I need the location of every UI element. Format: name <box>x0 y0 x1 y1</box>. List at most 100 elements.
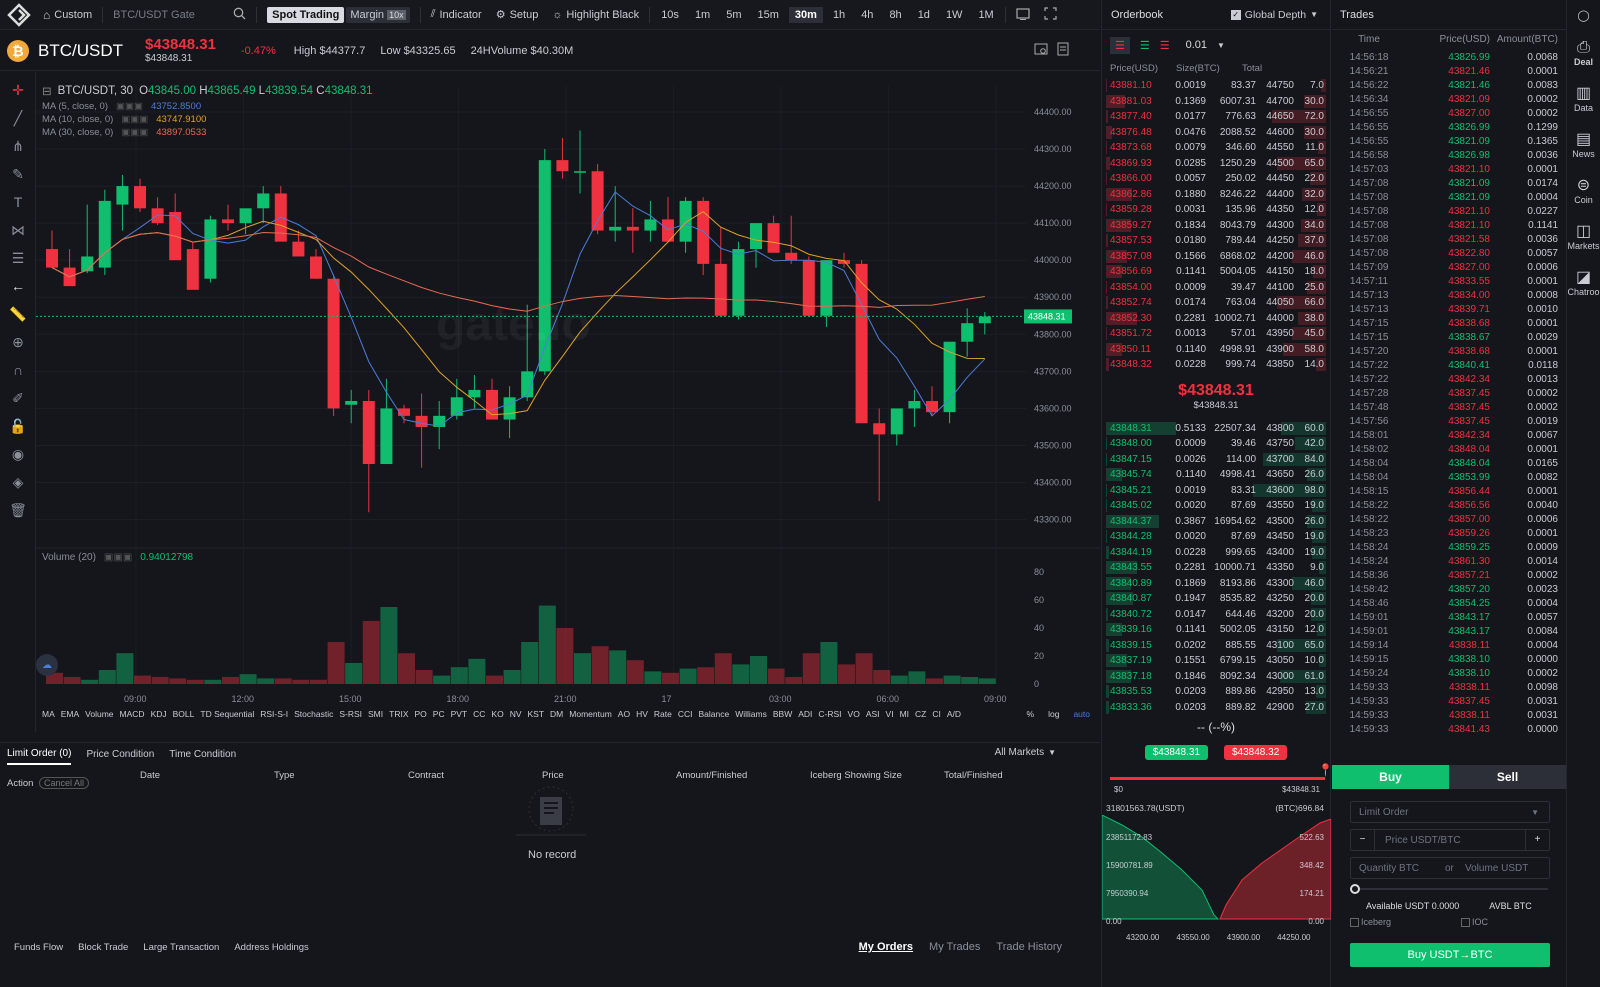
nav-markets[interactable]: ◫ Markets <box>1567 214 1600 260</box>
footer-link[interactable]: Block Trade <box>78 942 128 953</box>
interval-1W[interactable]: 1W <box>940 7 969 23</box>
indicator-option[interactable]: DM <box>550 709 563 719</box>
fib-icon[interactable]: ☰ <box>0 244 36 272</box>
interval-15m[interactable]: 15m <box>752 7 785 23</box>
footer-tab[interactable]: My Orders <box>859 941 913 953</box>
interval-4h[interactable]: 4h <box>855 7 879 23</box>
bid-row[interactable]: 43835.53 0.0203 889.86 42950 13.0 <box>1102 684 1330 700</box>
price-field[interactable]: − Price USDT/BTC + <box>1350 829 1550 851</box>
margin-tab[interactable]: Margin 10x <box>346 6 410 23</box>
depth-slider[interactable]: 📍 $0 $43848.31 <box>1102 763 1333 803</box>
fullscreen-icon[interactable] <box>1037 6 1064 23</box>
indicator-option[interactable]: RSI-S-I <box>260 709 288 719</box>
indicator-option[interactable]: PVT <box>451 709 468 719</box>
ask-row[interactable]: 43881.03 0.1369 6007.31 44700 30.0 <box>1102 94 1330 110</box>
indicator-option[interactable]: ASI <box>866 709 880 719</box>
indicator-button[interactable]: ⫽ Indicator <box>424 8 489 21</box>
collapse-icon[interactable]: ⊟ <box>42 84 52 98</box>
interval-30m[interactable]: 30m <box>788 6 823 23</box>
bid-row[interactable]: 43840.89 0.1869 8193.86 43300 46.0 <box>1102 576 1330 592</box>
indicator-option[interactable]: S-RSI <box>339 709 362 719</box>
indicator-option[interactable]: CZ <box>915 709 926 719</box>
ioc-checkbox[interactable]: IOC <box>1461 917 1488 927</box>
indicator-option[interactable]: Rate <box>654 709 672 719</box>
pair-title[interactable]: BTC/USDT <box>38 41 123 61</box>
indicator-option[interactable]: KO <box>491 709 503 719</box>
zoom-in-icon[interactable]: ⊕ <box>0 328 36 356</box>
nav-news[interactable]: ▤ News <box>1567 122 1600 168</box>
indicator-option[interactable]: CI <box>932 709 941 719</box>
ask-row[interactable]: 43859.27 0.1834 8043.79 44300 34.0 <box>1102 218 1330 234</box>
fork-icon[interactable]: ⋔ <box>0 132 36 160</box>
indicator-option[interactable]: MI <box>900 709 909 719</box>
indicator-option[interactable]: PO <box>415 709 427 719</box>
view-asks-icon[interactable]: ☰ <box>1160 39 1170 52</box>
nav-data[interactable]: ▥ Data <box>1567 76 1600 122</box>
amount-slider[interactable] <box>1350 883 1550 895</box>
volume-input[interactable]: Volume USDT <box>1465 863 1528 874</box>
indicator-option[interactable]: KDJ <box>151 709 167 719</box>
bid-row[interactable]: 43845.21 0.0019 83.31 43600 98.0 <box>1102 483 1330 499</box>
global-depth-toggle[interactable]: ✓ Global Depth ▼ <box>1230 9 1318 21</box>
bid-row[interactable]: 43839.15 0.0202 885.55 43100 65.0 <box>1102 638 1330 654</box>
interval-1m[interactable]: 1m <box>689 7 716 23</box>
bid-row[interactable]: 43843.55 0.2281 10000.71 43350 9.0 <box>1102 560 1330 576</box>
precision-select[interactable]: 0.01 <box>1186 39 1207 51</box>
spot-trading-tab[interactable]: Spot Trading <box>267 6 345 23</box>
ask-row[interactable]: 43862.86 0.1880 8246.22 44400 32.0 <box>1102 187 1330 203</box>
order-type-select[interactable]: Limit Order ▼ <box>1350 801 1550 823</box>
indicator-option[interactable]: SMI <box>368 709 383 719</box>
scale-option-%[interactable]: % <box>1027 709 1035 719</box>
orders-tab[interactable]: Time Condition <box>169 749 236 760</box>
indicator-option[interactable]: EMA <box>61 709 79 719</box>
ask-row[interactable]: 43848.32 0.0228 999.74 43850 14.0 <box>1102 357 1330 373</box>
best-ask-badge[interactable]: $43848.32 <box>1224 744 1288 760</box>
indicator-option[interactable]: TD Sequential <box>200 709 254 719</box>
cancel-all-button[interactable]: Cancel All <box>39 777 90 789</box>
ask-row[interactable]: 43869.93 0.0285 1250.29 44500 65.0 <box>1102 156 1330 172</box>
interval-1d[interactable]: 1d <box>912 7 936 23</box>
brush-icon[interactable]: ✎ <box>0 160 36 188</box>
ask-row[interactable]: 43856.69 0.1141 5004.05 44150 18.0 <box>1102 264 1330 280</box>
screenshot-icon[interactable] <box>1009 7 1037 23</box>
view-bids-icon[interactable]: ☰ <box>1140 39 1150 52</box>
interval-5m[interactable]: 5m <box>720 7 747 23</box>
bid-row[interactable]: 43844.19 0.0228 999.65 43400 19.0 <box>1102 545 1330 561</box>
ask-row[interactable]: 43876.48 0.0476 2088.52 44600 30.0 <box>1102 125 1330 141</box>
eye-icon[interactable]: ◉ <box>0 440 36 468</box>
footer-link[interactable]: Address Holdings <box>234 942 308 953</box>
price-chart[interactable]: 44400.00 44300.00 44200.00 44100.00 44000.00… <box>36 72 1100 732</box>
chart-settings-icon[interactable] <box>1034 42 1048 59</box>
chart-canvas[interactable]: 44400.00 44300.00 44200.00 44100.00 44000.00… <box>36 72 1100 732</box>
price-input[interactable]: Price USDT/BTC <box>1375 835 1525 846</box>
indicator-option[interactable]: BBW <box>773 709 792 719</box>
indicator-option[interactable]: NV <box>510 709 522 719</box>
lock-draw-icon[interactable]: ✐ <box>0 384 36 412</box>
ma-controls-icon[interactable]: ▣▣▣ <box>121 127 148 138</box>
bid-row[interactable]: 43847.15 0.0026 114.00 43700 84.0 <box>1102 452 1330 468</box>
quantity-field[interactable]: Quantity BTC or Volume USDT <box>1350 857 1550 879</box>
ask-row[interactable]: 43877.40 0.0177 776.63 44650 72.0 <box>1102 109 1330 125</box>
interval-1h[interactable]: 1h <box>827 7 851 23</box>
ask-row[interactable]: 43852.30 0.2281 10002.71 44000 38.0 <box>1102 311 1330 327</box>
ma-controls-icon[interactable]: ▣▣▣ <box>121 114 148 125</box>
text-tool-icon[interactable]: T <box>0 188 36 216</box>
bid-row[interactable]: 43833.36 0.0203 889.82 42900 27.0 <box>1102 700 1330 716</box>
ask-row[interactable]: 43851.72 0.0013 57.01 43950 45.0 <box>1102 326 1330 342</box>
ask-row[interactable]: 43857.08 0.1566 6868.02 44200 46.0 <box>1102 249 1330 265</box>
indicator-option[interactable]: AO <box>618 709 630 719</box>
pattern-icon[interactable]: ⋈ <box>0 216 36 244</box>
orders-tab[interactable]: Limit Order (0) <box>7 743 72 765</box>
bid-row[interactable]: 43848.00 0.0009 39.46 43750 42.0 <box>1102 436 1330 452</box>
bid-row[interactable]: 43844.28 0.0020 87.69 43450 19.0 <box>1102 529 1330 545</box>
bid-row[interactable]: 43840.87 0.1947 8535.82 43250 20.0 <box>1102 591 1330 607</box>
ask-row[interactable]: 43866.00 0.0057 250.02 44450 22.0 <box>1102 171 1330 187</box>
price-decrement-button[interactable]: − <box>1351 830 1375 850</box>
indicator-option[interactable]: Volume <box>85 709 113 719</box>
interval-1M[interactable]: 1M <box>972 7 999 23</box>
indicator-option[interactable]: Momentum <box>569 709 612 719</box>
nav-chatroo[interactable]: ◪ Chatroo <box>1567 260 1600 306</box>
ruler-icon[interactable]: 📏 <box>0 300 36 328</box>
ask-row[interactable]: 43857.53 0.0180 789.44 44250 37.0 <box>1102 233 1330 249</box>
footer-link[interactable]: Large Transaction <box>143 942 219 953</box>
